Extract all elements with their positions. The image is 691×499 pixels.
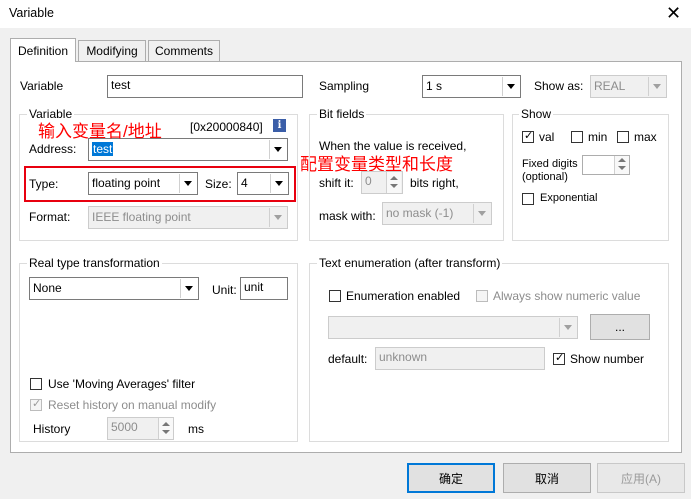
unit-label: Unit:	[212, 283, 237, 297]
chevron-down-icon[interactable]	[502, 77, 519, 96]
show-as-value: REAL	[594, 79, 626, 93]
default-value: unknown	[379, 350, 428, 364]
fixed-digits-spinner[interactable]	[614, 156, 629, 174]
shift-label: shift it:	[319, 176, 354, 190]
tab-modifying[interactable]: Modifying	[78, 40, 146, 61]
reset-history-label: Reset history on manual modify	[48, 398, 217, 412]
history-value: 5000	[111, 420, 138, 434]
real-type-title: Real type transformation	[27, 256, 162, 270]
cancel-button[interactable]: 取消	[503, 463, 591, 493]
moving-avg-checkbox[interactable]	[30, 378, 42, 390]
address-label: Address:	[29, 142, 77, 156]
close-icon[interactable]: ✕	[666, 3, 681, 24]
chevron-down-icon	[473, 204, 490, 223]
enumeration-enabled-label: Enumeration enabled	[346, 289, 461, 303]
history-unit: ms	[188, 422, 204, 436]
history-spinner	[158, 418, 173, 439]
transform-value: None	[33, 281, 62, 295]
chevron-down-icon	[559, 318, 576, 337]
shift-suffix: bits right,	[410, 176, 459, 190]
sampling-label: Sampling	[319, 79, 370, 93]
variable-name-input[interactable]: test	[107, 75, 303, 98]
show-as-select: REAL	[590, 75, 667, 98]
fixed-digits-note: (optional)	[522, 171, 568, 183]
variable-label: Variable	[20, 79, 64, 93]
val-label: val	[539, 130, 555, 144]
history-label: History	[33, 422, 71, 436]
fixed-digits-label: Fixed digits	[522, 158, 578, 170]
val-checkbox[interactable]: ✓	[522, 129, 534, 143]
chevron-down-icon	[648, 77, 665, 96]
tab-comments[interactable]: Comments	[148, 40, 220, 61]
moving-avg-label: Use 'Moving Averages' filter	[48, 377, 196, 391]
enumeration-enabled-checkbox[interactable]	[329, 290, 341, 302]
title-bar	[0, 0, 691, 28]
sampling-value: 1 s	[426, 79, 443, 93]
min-label: min	[588, 130, 608, 144]
min-checkbox[interactable]	[571, 131, 583, 143]
shift-spinner	[386, 172, 401, 193]
type-annotation-box	[24, 166, 296, 202]
mask-select: no mask (-1)	[382, 202, 492, 225]
chevron-down-icon	[269, 208, 286, 227]
exponential-checkbox[interactable]	[522, 193, 534, 205]
enumeration-select	[328, 316, 578, 339]
shift-value: 0	[365, 174, 372, 188]
window-title: Variable	[9, 6, 54, 20]
exponential-label: Exponential	[540, 192, 598, 204]
address-hint: [0x20000840]	[190, 120, 263, 134]
default-label: default:	[328, 352, 368, 366]
max-label: max	[634, 130, 657, 144]
address-value[interactable]: test	[92, 142, 114, 156]
sampling-select[interactable]: 1 s	[422, 75, 521, 98]
show-number-checkbox[interactable]: ✓	[553, 351, 565, 365]
apply-button: 应用(A)	[597, 463, 685, 493]
mask-label: mask with:	[319, 209, 376, 223]
tab-definition[interactable]: Definition	[10, 38, 76, 62]
max-checkbox[interactable]	[617, 131, 629, 143]
chevron-down-icon[interactable]	[180, 279, 197, 298]
always-numeric-label: Always show numeric value	[493, 289, 641, 303]
transform-select[interactable]: None	[29, 277, 199, 300]
bit-fields-title: Bit fields	[317, 107, 367, 121]
format-select: IEEE floating point	[88, 206, 288, 229]
info-icon[interactable]: i	[273, 119, 286, 132]
unit-input[interactable]: unit	[240, 277, 288, 300]
always-numeric-checkbox	[476, 290, 488, 302]
show-as-label: Show as:	[534, 79, 584, 93]
mask-value: no mask (-1)	[386, 206, 454, 220]
reset-history-checkbox: ✓	[30, 397, 42, 411]
show-group-title: Show	[519, 107, 554, 121]
bit-fields-description: When the value is received,	[319, 139, 467, 153]
format-label: Format:	[29, 210, 71, 224]
ok-button[interactable]: 确定	[407, 463, 495, 493]
format-value: IEEE floating point	[92, 210, 191, 224]
browse-button[interactable]: ...	[590, 314, 650, 340]
text-enum-title: Text enumeration (after transform)	[317, 256, 503, 270]
chevron-down-icon[interactable]	[269, 140, 286, 159]
default-input: unknown	[375, 347, 545, 370]
show-number-label: Show number	[570, 352, 645, 366]
address-annotation: 输入变量名/地址	[38, 122, 162, 141]
